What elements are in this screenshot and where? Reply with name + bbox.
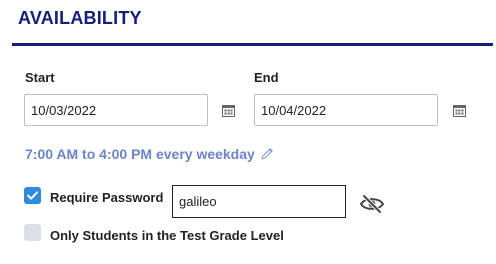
calendar-icon[interactable] — [222, 104, 235, 117]
start-date-input[interactable] — [24, 94, 208, 126]
grade-level-label: Only Students in the Test Grade Level — [50, 228, 284, 243]
schedule-text: 7:00 AM to 4:00 PM every weekday — [25, 146, 255, 162]
eye-slash-icon[interactable] — [359, 193, 385, 215]
pencil-icon[interactable] — [259, 146, 275, 162]
schedule-link[interactable]: 7:00 AM to 4:00 PM every weekday — [25, 146, 275, 162]
require-password-label: Require Password — [50, 190, 164, 205]
title-divider — [12, 43, 493, 46]
grade-level-checkbox[interactable] — [24, 224, 41, 241]
section-title: AVAILABILITY — [18, 8, 142, 28]
end-date-label: End — [254, 70, 279, 85]
start-date-label: Start — [25, 70, 55, 85]
password-input[interactable] — [172, 185, 346, 218]
end-date-input[interactable] — [254, 94, 438, 126]
checkmark-icon — [27, 191, 38, 200]
calendar-icon[interactable] — [453, 104, 466, 117]
require-password-checkbox[interactable] — [24, 187, 41, 204]
